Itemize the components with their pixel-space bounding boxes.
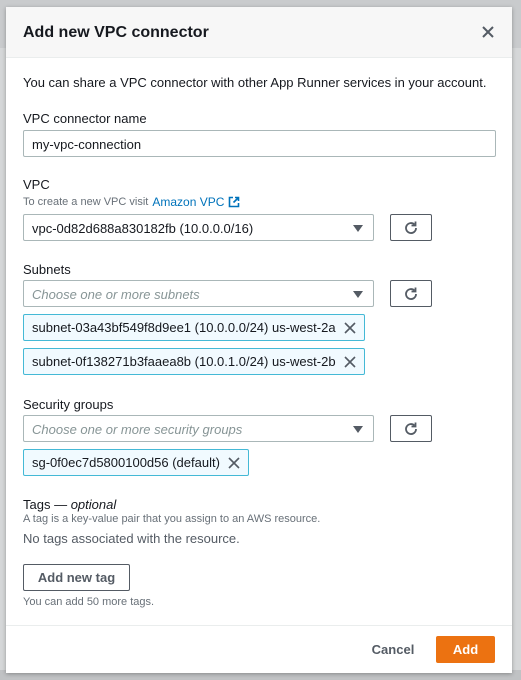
vpc-select[interactable]: vpc-0d82d688a830182fb (10.0.0.0/16): [23, 214, 374, 241]
subnet-token: subnet-0f138271b3faaea8b (10.0.1.0/24) u…: [23, 348, 365, 375]
security-groups-select[interactable]: Choose one or more security groups: [23, 415, 374, 442]
vpc-connector-name-value: my-vpc-connection: [32, 137, 142, 152]
vpc-refresh-button[interactable]: [390, 214, 432, 241]
add-new-tag-button[interactable]: Add new tag: [23, 564, 130, 591]
tags-empty: No tags associated with the resource.: [23, 531, 240, 546]
caret-down-icon: [353, 426, 363, 433]
close-icon[interactable]: [480, 24, 496, 40]
subnet-token: subnet-03a43bf549f8d9ee1 (10.0.0.0/24) u…: [23, 314, 365, 341]
modal-description: You can share a VPC connector with other…: [23, 75, 487, 90]
tags-limit: You can add 50 more tags.: [23, 596, 155, 608]
footer-divider: [6, 625, 512, 626]
vpc-selected-value: vpc-0d82d688a830182fb (10.0.0.0/16): [32, 221, 254, 236]
subnets-select[interactable]: Choose one or more subnets: [23, 280, 374, 307]
subnets-refresh-button[interactable]: [390, 280, 432, 307]
tags-label-text: Tags —: [23, 497, 68, 512]
tags-help: A tag is a key-value pair that you assig…: [23, 513, 321, 525]
add-vpc-connector-modal: Add new VPC connector You can share a VP…: [6, 7, 512, 673]
remove-icon[interactable]: [228, 456, 240, 469]
refresh-icon: [405, 287, 417, 300]
refresh-icon: [405, 221, 417, 234]
tags-optional: optional: [70, 497, 117, 512]
security-groups-placeholder: Choose one or more security groups: [32, 422, 243, 437]
external-link-icon: [229, 196, 240, 208]
modal-title: Add new VPC connector: [23, 24, 209, 41]
refresh-icon: [405, 422, 417, 435]
tags-label: Tags — optional: [23, 497, 116, 512]
subnet-token-label: subnet-03a43bf549f8d9ee1 (10.0.0.0/24) u…: [32, 320, 336, 335]
vpc-connector-name-input[interactable]: my-vpc-connection: [23, 130, 496, 157]
vpc-help-text: To create a new VPC visit: [23, 196, 149, 208]
remove-icon[interactable]: [343, 355, 356, 368]
security-groups-label: Security groups: [23, 397, 114, 412]
caret-down-icon: [353, 225, 363, 232]
amazon-vpc-link[interactable]: Amazon VPC: [152, 195, 224, 209]
vpc-connector-name-label: VPC connector name: [23, 111, 147, 126]
add-button[interactable]: Add: [436, 636, 495, 663]
modal-header: Add new VPC connector: [6, 7, 512, 58]
security-group-token-label: sg-0f0ec7d5800100d56 (default): [32, 455, 220, 470]
subnet-token-label: subnet-0f138271b3faaea8b (10.0.1.0/24) u…: [32, 354, 336, 369]
security-group-token: sg-0f0ec7d5800100d56 (default): [23, 449, 249, 476]
caret-down-icon: [353, 291, 363, 298]
cancel-button[interactable]: Cancel: [363, 636, 423, 663]
subnets-placeholder: Choose one or more subnets: [32, 287, 200, 302]
subnets-label: Subnets: [23, 262, 71, 277]
remove-icon[interactable]: [343, 321, 356, 334]
vpc-label: VPC: [23, 177, 50, 192]
vpc-help: To create a new VPC visit Amazon VPC: [23, 195, 240, 209]
security-groups-refresh-button[interactable]: [390, 415, 432, 442]
